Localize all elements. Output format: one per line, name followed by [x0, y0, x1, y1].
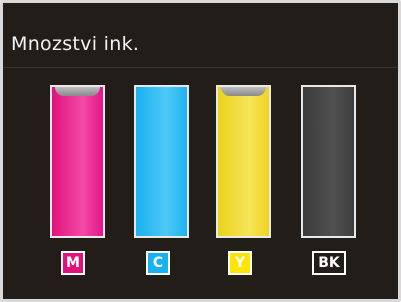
cyan-label-badge: C: [146, 251, 170, 275]
yellow-ink-level: [218, 87, 269, 236]
ink-level-screen: Mnozstvi ink. M C Y BK: [0, 0, 401, 302]
magenta-tank-cap: [55, 87, 100, 96]
yellow-tank-cap: [221, 87, 266, 96]
magenta-label-badge: M: [61, 251, 85, 275]
black-ink-tank: [301, 85, 356, 238]
yellow-label-badge: Y: [228, 251, 252, 275]
magenta-ink-level: [52, 87, 103, 236]
black-label-badge: BK: [312, 251, 346, 275]
cyan-ink-tank: [134, 85, 189, 238]
title-divider: [3, 67, 398, 68]
yellow-ink-tank: [216, 85, 271, 238]
black-ink-level: [303, 87, 354, 236]
screen-title: Mnozstvi ink.: [11, 33, 140, 55]
cyan-ink-level: [136, 87, 187, 236]
magenta-ink-tank: [50, 85, 105, 238]
